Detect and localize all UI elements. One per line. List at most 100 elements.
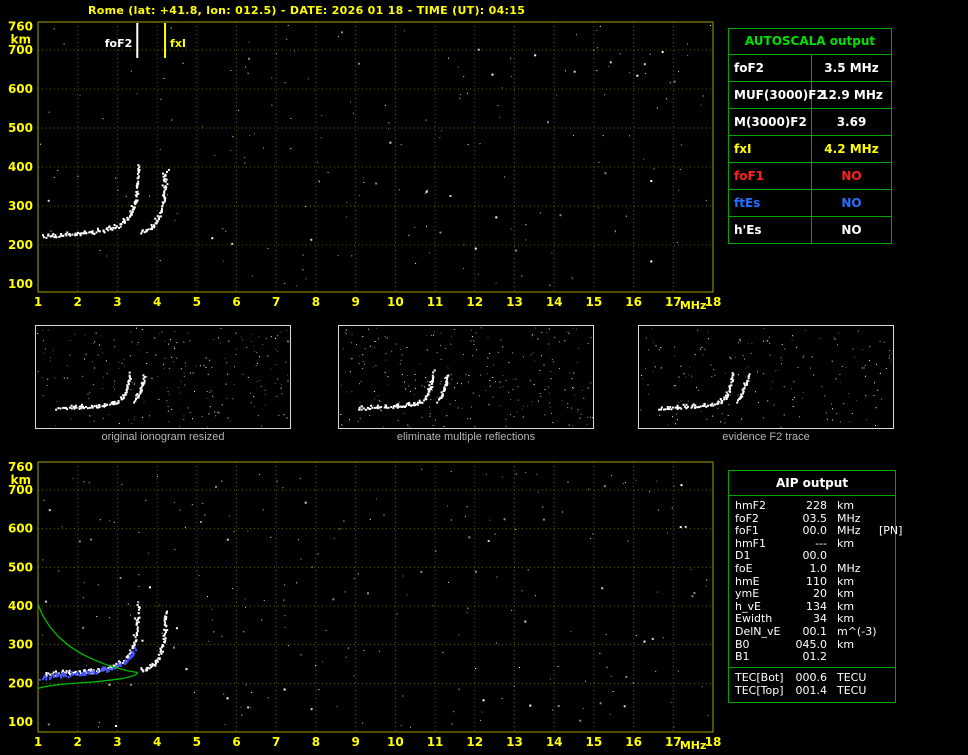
svg-text:foF2: foF2: [105, 37, 133, 50]
svg-text:1: 1: [34, 735, 42, 749]
svg-text:14: 14: [546, 735, 563, 749]
param-value: 4.2 MHz: [824, 142, 879, 156]
param-label: ftEs: [729, 190, 812, 216]
param-value: 000.6: [795, 670, 828, 684]
svg-text:MHz: MHz: [680, 299, 707, 312]
panel-evidence-f2-trace: [638, 325, 894, 429]
panel-original-ionogram: [35, 325, 291, 429]
svg-text:16: 16: [625, 735, 642, 749]
svg-text:9: 9: [351, 735, 359, 749]
svg-text:3: 3: [113, 295, 121, 309]
F2-trace-o-mode: [45, 604, 141, 677]
background-noise: [40, 25, 711, 287]
svg-text:7: 7: [272, 295, 280, 309]
autoscala-row-ftes: ftEs NO: [729, 190, 891, 217]
param-label: ymE: [735, 587, 760, 601]
param-value: 12.9 MHz: [820, 88, 883, 102]
grid: [38, 462, 713, 732]
param-value: NO: [841, 196, 862, 210]
svg-text:300: 300: [8, 199, 33, 213]
autoscala-row-fof1: foF1 NO: [729, 163, 891, 190]
param-label: MUF(3000)F2: [729, 82, 825, 108]
svg-text:11: 11: [427, 295, 444, 309]
param-label: hmF2: [735, 499, 767, 512]
param-unit: [873, 684, 895, 697]
mini-trace-x: [736, 373, 751, 404]
svg-text:8: 8: [312, 295, 320, 309]
aip-row-yme: ymE 20 km: [735, 588, 895, 601]
svg-text:12: 12: [466, 295, 483, 309]
axis-labels: 100200300400500600700760km1 2 3 4 5 6 7 8 9 10 11 1…: [8, 20, 721, 312]
background-noise: [42, 468, 709, 728]
panel-border: [338, 325, 594, 429]
caption-original-ionogram: original ionogram resized: [101, 431, 225, 443]
aip-row-delnve: DelN_vE 00.1 m^(-3): [735, 624, 895, 639]
autoscala-row-fof2: foF2 3.5 MHz: [729, 55, 891, 82]
svg-text:6: 6: [232, 735, 240, 749]
param-unit: MHz: [837, 561, 861, 575]
param-value: 001.4: [795, 683, 828, 697]
param-unit: [873, 563, 895, 576]
svg-text:5: 5: [193, 295, 201, 309]
svg-text:200: 200: [8, 676, 33, 690]
svg-text:km: km: [11, 33, 31, 47]
param-unit: [873, 626, 895, 639]
svg-text:16: 16: [625, 295, 642, 309]
svg-text:400: 400: [8, 599, 33, 613]
param-unit: [873, 576, 895, 589]
aip-output-table: AIP output hmF2 228 km foF2 03.5 MHz foF1 00.0 M…: [728, 470, 902, 703]
svg-text:3: 3: [113, 735, 121, 749]
svg-text:1: 1: [34, 295, 42, 309]
autoscala-app-window: Rome (lat: +41.8, lon: 012.5) - DATE: 20…: [0, 0, 968, 755]
svg-text:2: 2: [74, 735, 82, 749]
aip-row-tectop: TEC[Top] 001.4 TECU: [735, 684, 895, 697]
param-label: foE: [735, 561, 753, 575]
svg-text:500: 500: [8, 121, 33, 135]
autoscala-output-rows: foF2 3.5 MHz MUF(3000)F2 12.9 MHz M(3000)F2 3…: [729, 55, 891, 243]
aip-output-title: AIP output: [729, 471, 895, 496]
svg-text:10: 10: [387, 295, 404, 309]
svg-text:12: 12: [466, 735, 483, 749]
aip-tec-rows: TEC[Bot] 000.6 TECU TEC[Top] 001.4 TECU: [729, 666, 895, 702]
F2-trace-x-mode: [140, 610, 169, 673]
panel-border: [35, 325, 291, 429]
svg-text:14: 14: [546, 295, 563, 309]
F2-trace-x-mode: [140, 168, 170, 235]
svg-text:13: 13: [506, 295, 523, 309]
param-unit: km: [837, 637, 855, 651]
caption-eliminate-reflections: eliminate multiple reflections: [396, 431, 536, 443]
param-unit: [873, 601, 895, 614]
param-unit: [827, 651, 873, 664]
svg-text:100: 100: [8, 277, 33, 291]
param-value: 01.2: [802, 650, 828, 664]
svg-text:2: 2: [74, 295, 82, 309]
param-label: foF2: [729, 55, 812, 81]
param-value: 00.0: [802, 524, 828, 538]
param-label: TEC[Bot]: [735, 670, 784, 684]
autoscala-row-fxi: fxI 4.2 MHz: [729, 136, 891, 163]
svg-text:4: 4: [153, 295, 161, 309]
param-value: 00.1: [802, 624, 828, 638]
svg-text:13: 13: [506, 735, 523, 749]
param-unit: TECU: [837, 683, 867, 697]
param-unit: [873, 671, 895, 684]
param-unit: [873, 639, 895, 652]
param-label: foF1: [735, 524, 759, 538]
svg-text:5: 5: [193, 735, 201, 749]
param-label: foF1: [729, 163, 812, 189]
background-noise: [640, 327, 893, 428]
svg-text:100: 100: [8, 715, 33, 729]
aip-row-fof1: foF1 00.0 MHz [PN]: [735, 524, 902, 538]
panel-border: [638, 325, 894, 429]
mini-trace-o: [658, 372, 735, 411]
aip-row-foe: foE 1.0 MHz: [735, 561, 895, 576]
svg-text:400: 400: [8, 160, 33, 174]
param-unit: [873, 538, 895, 551]
aip-output-rows: hmF2 228 km foF2 03.5 MHz foF1 00.0 MHz [PN] hmF1-…: [729, 496, 902, 667]
mini-trace-x: [133, 374, 146, 404]
param-unit: MHz: [837, 524, 861, 538]
param-label: B1: [735, 650, 750, 664]
svg-text:15: 15: [586, 735, 603, 749]
param-unit: km: [837, 536, 855, 550]
param-unit: [873, 651, 895, 664]
